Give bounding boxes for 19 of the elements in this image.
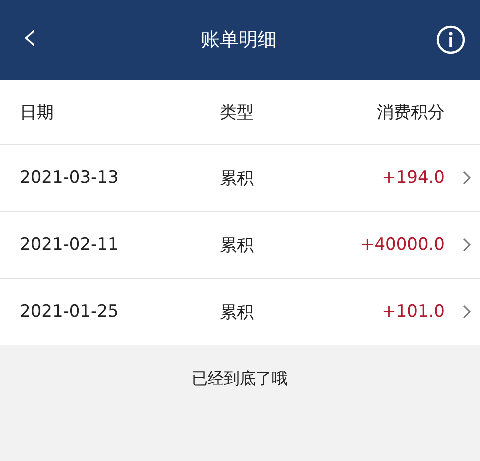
date-cell-text: 2021-01-25 xyxy=(20,302,120,322)
type-cell-text: 累积 xyxy=(220,302,255,324)
info-icon[interactable] xyxy=(436,25,466,55)
chevron-right-icon[interactable] xyxy=(462,237,472,253)
type-cell-text: 累积 xyxy=(220,168,255,190)
type-cell-text: 累积 xyxy=(220,234,255,256)
points-cell-text: +194.0 xyxy=(381,168,445,188)
page-title: 账单明细 xyxy=(200,28,278,53)
column-header: 消费积分 xyxy=(376,102,445,124)
date-cell-text: 2021-03-13 xyxy=(20,168,120,188)
points-cell-text: +40000.0 xyxy=(359,235,445,255)
column-header: 类型 xyxy=(220,102,255,124)
chevron-right-icon[interactable] xyxy=(462,170,472,186)
back-button[interactable]: ‹ xyxy=(18,17,42,63)
chevron-right-icon[interactable] xyxy=(462,304,472,320)
column-header: 日期 xyxy=(20,102,55,124)
points-cell-text: +101.0 xyxy=(381,302,445,322)
end-of-list-note: 已经到底了哦 xyxy=(192,369,288,388)
date-cell-text: 2021-02-11 xyxy=(20,235,120,255)
